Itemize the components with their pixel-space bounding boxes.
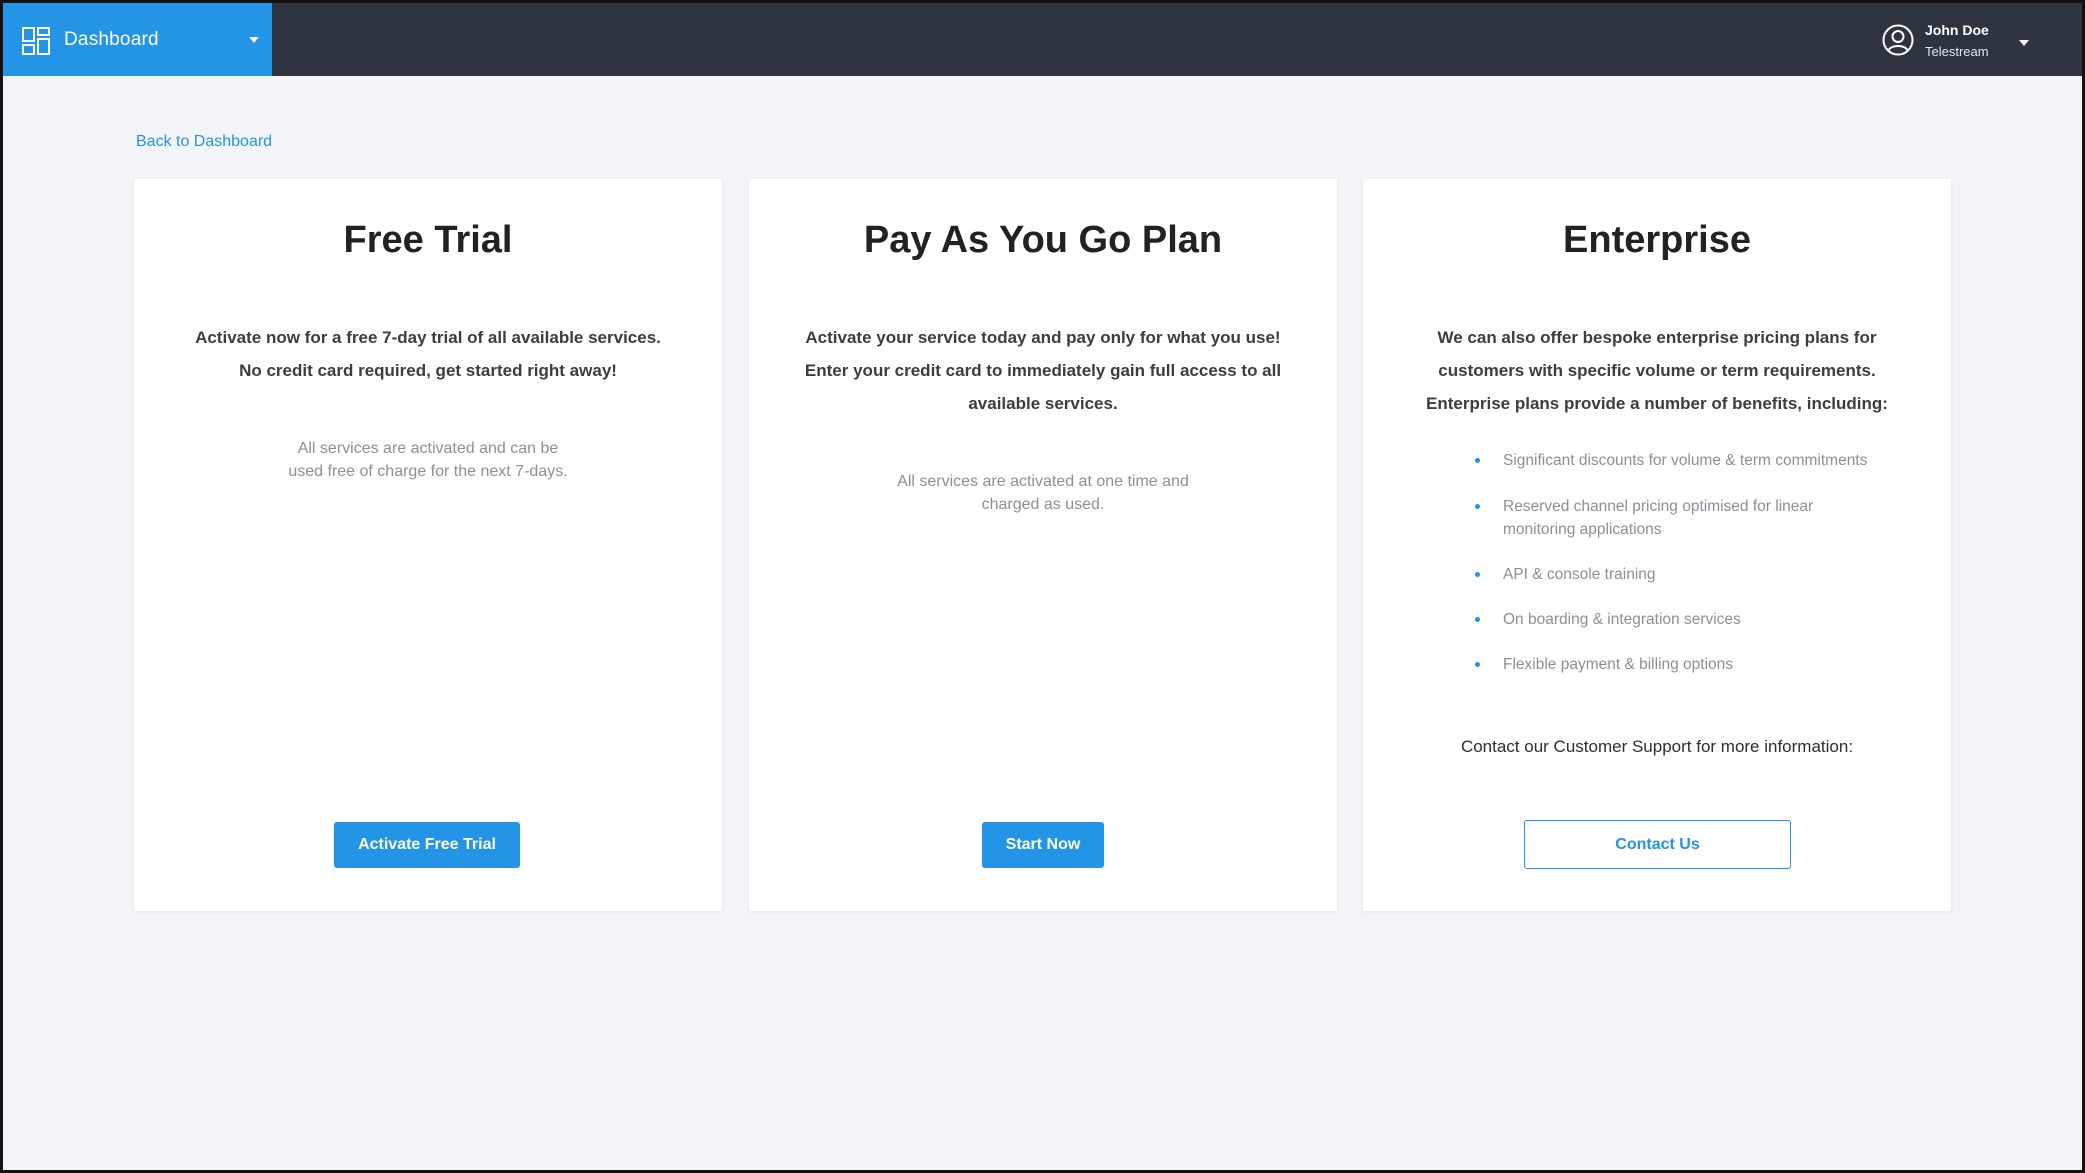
contact-support-text: Contact our Customer Support for more in… <box>1460 737 1854 756</box>
card-description-line: Enterprise plans provide a number of ben… <box>1426 394 1888 413</box>
card-description-line: available services. <box>968 394 1118 413</box>
benefit-text: On boarding & integration services <box>1503 611 1741 628</box>
card-description-line: We can also offer bespoke enterprise pri… <box>1437 328 1877 347</box>
benefit-item: Reserved channel pricing optimised for l… <box>1475 495 1881 541</box>
top-navigation-bar: Dashboard John Doe Telestream <box>3 3 2082 76</box>
card-description-line: Enter your credit card to immediately ga… <box>804 361 1282 380</box>
back-to-dashboard-link[interactable]: Back to Dashboard <box>136 133 272 151</box>
app-window: Dashboard John Doe Telestream Back to Da… <box>0 0 2085 1173</box>
bullet-icon <box>1475 504 1480 509</box>
dashboard-nav-dropdown[interactable]: Dashboard <box>3 3 272 76</box>
pay-as-you-go-card: Pay As You Go Plan Activate your service… <box>749 179 1337 911</box>
card-description: Activate now for a free 7-day trial of a… <box>174 321 682 387</box>
free-trial-card: Free Trial Activate now for a free 7-day… <box>134 179 722 911</box>
card-note-line: charged as used. <box>981 496 1105 513</box>
card-description: We can also offer bespoke enterprise pri… <box>1403 321 1911 420</box>
card-title: Pay As You Go Plan <box>863 219 1223 261</box>
card-description-line: Activate your service today and pay only… <box>805 328 1281 347</box>
user-account-menu[interactable]: John Doe Telestream <box>1882 3 2082 76</box>
benefit-text: Reserved channel pricing optimised for l… <box>1503 498 1814 538</box>
activate-free-trial-button[interactable]: Activate Free Trial <box>334 822 520 868</box>
card-note-line: used free of charge for the next 7-days. <box>288 463 568 480</box>
enterprise-card: Enterprise We can also offer bespoke ent… <box>1363 179 1951 911</box>
card-description-line: Activate now for a free 7-day trial of a… <box>195 328 661 347</box>
card-description-line: customers with specific volume or term r… <box>1438 361 1876 380</box>
bullet-icon <box>1475 662 1480 667</box>
chevron-down-icon <box>249 37 259 43</box>
bullet-icon <box>1475 458 1480 463</box>
benefit-text: Flexible payment & billing options <box>1503 656 1734 673</box>
user-organization: Telestream <box>1925 44 1989 59</box>
card-description-line: No credit card required, get started rig… <box>239 361 617 380</box>
card-description: Activate your service today and pay only… <box>789 321 1297 420</box>
bullet-icon <box>1475 572 1480 577</box>
start-now-button[interactable]: Start Now <box>982 822 1104 868</box>
benefit-item: Significant discounts for volume & term … <box>1475 449 1881 472</box>
card-note: All services are activated and can be us… <box>194 437 662 483</box>
enterprise-benefits-list: Significant discounts for volume & term … <box>1475 449 1881 676</box>
user-name: John Doe <box>1925 22 1989 38</box>
dashboard-nav-label: Dashboard <box>64 29 159 50</box>
benefit-item: On boarding & integration services <box>1475 608 1881 631</box>
bullet-icon <box>1475 617 1480 622</box>
benefit-text: Significant discounts for volume & term … <box>1503 452 1868 469</box>
card-note-line: All services are activated at one time a… <box>897 473 1189 490</box>
card-title: Enterprise <box>1563 219 1751 261</box>
chevron-down-icon <box>2019 40 2029 46</box>
user-avatar-icon <box>1882 24 1914 56</box>
card-note-line: All services are activated and can be <box>297 440 559 457</box>
benefit-item: API & console training <box>1475 563 1881 586</box>
card-title: Free Trial <box>343 219 513 261</box>
benefit-item: Flexible payment & billing options <box>1475 653 1881 676</box>
contact-us-button[interactable]: Contact Us <box>1524 820 1791 869</box>
benefit-text: API & console training <box>1503 566 1656 583</box>
card-note: All services are activated at one time a… <box>809 470 1277 516</box>
dashboard-grid-icon <box>22 27 50 55</box>
